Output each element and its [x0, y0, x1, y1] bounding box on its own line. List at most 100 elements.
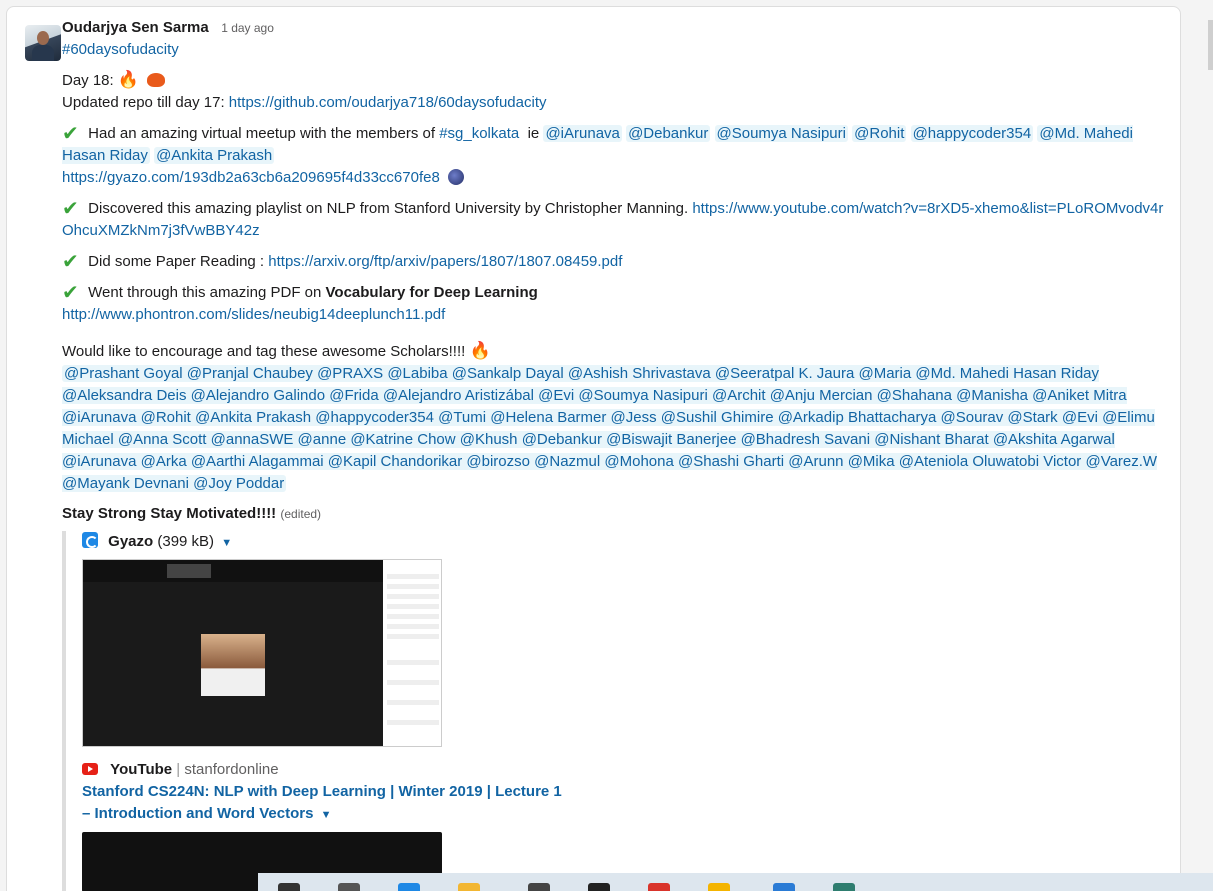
encourage-text: Would like to encourage and tag these aw…: [62, 343, 466, 360]
preview-row: [387, 624, 439, 629]
playlist-line: ✔ Discovered this amazing playlist on NL…: [62, 197, 1167, 242]
meetup-line: ✔ Had an amazing virtual meetup with the…: [62, 122, 1167, 167]
window-background: [1188, 0, 1213, 891]
task-view-icon[interactable]: [338, 883, 360, 891]
check-emoji-icon: ✔: [62, 280, 79, 304]
blob-emoji-icon: [147, 73, 166, 87]
app-icon[interactable]: [588, 883, 610, 891]
fire-emoji-icon: 🔥: [469, 341, 491, 361]
edited-label: (edited): [280, 507, 322, 521]
paper-line: ✔ Did some Paper Reading : https://arxiv…: [62, 250, 1167, 273]
gyazo-line: https://gyazo.com/193db2a63cb6a209695f4d…: [62, 167, 1167, 189]
channel-link[interactable]: #sg_kolkata: [439, 125, 519, 142]
caret-down-icon[interactable]: ▼: [321, 809, 332, 821]
youtube-title[interactable]: Stanford CS224N: NLP with Deep Learning …: [82, 781, 562, 826]
gyazo-link[interactable]: https://gyazo.com/193db2a63cb6a209695f4d…: [62, 169, 440, 186]
preview-row: [387, 574, 439, 579]
timestamp[interactable]: 1 day ago: [221, 21, 274, 35]
pdf-text: Went through this amazing PDF on: [88, 284, 322, 301]
preview-row: [387, 660, 439, 665]
mention[interactable]: @happycoder354: [910, 125, 1034, 142]
check-emoji-icon: ✔: [62, 249, 79, 273]
repo-link[interactable]: https://github.com/oudarjya718/60daysofu…: [229, 94, 547, 111]
app-icon[interactable]: [398, 883, 420, 891]
day-label: Day 18:: [62, 72, 114, 89]
closing-text: Stay Strong Stay Motivated!!!!: [62, 505, 277, 522]
preview-tile: [211, 564, 255, 578]
youtube-channel[interactable]: stanfordonline: [184, 761, 278, 778]
gyazo-size: (399 kB): [157, 533, 215, 550]
app-icon[interactable]: [833, 883, 855, 891]
check-emoji-icon: ✔: [62, 121, 79, 145]
app-icon[interactable]: [648, 883, 670, 891]
repo-line: Updated repo till day 17: https://github…: [62, 92, 1167, 114]
gyazo-preview-image[interactable]: [82, 559, 442, 747]
store-icon[interactable]: [528, 883, 550, 891]
paper-text: Did some Paper Reading :: [88, 253, 265, 270]
gyazo-attachment-header: Gyazo (399 kB) ▼: [82, 531, 1167, 553]
mention[interactable]: @iArunava: [543, 125, 622, 142]
preview-row: [387, 634, 439, 639]
meetup-ie: ie: [527, 125, 540, 142]
youtube-attachment-header: YouTube | stanfordonline: [82, 759, 1167, 781]
mention[interactable]: @Rohit: [852, 125, 907, 142]
fire-emoji-icon: 🔥: [117, 70, 140, 90]
preview-row: [387, 604, 439, 609]
preview-row: [387, 594, 439, 599]
preview-row: [387, 584, 439, 589]
avatar[interactable]: [25, 25, 61, 61]
preview-tile: [255, 564, 299, 578]
scrollbar-thumb[interactable]: [1208, 20, 1213, 70]
hashtag-link[interactable]: #60daysofudacity: [62, 41, 179, 58]
preview-tile: [123, 564, 167, 578]
check-emoji-icon: ✔: [62, 196, 79, 220]
preview-tile: [299, 564, 343, 578]
search-icon[interactable]: [278, 883, 300, 891]
pdf-link[interactable]: http://www.phontron.com/slides/neubig14d…: [62, 306, 445, 323]
mention[interactable]: @Soumya Nasipuri: [714, 125, 848, 142]
preview-side-panel: [383, 560, 441, 746]
attachments: Gyazo (399 kB) ▼ YouTube | stanfordonlin…: [62, 531, 1167, 891]
encourage-line: Would like to encourage and tag these aw…: [62, 340, 1167, 363]
chrome-icon[interactable]: [708, 883, 730, 891]
youtube-service[interactable]: YouTube: [110, 761, 172, 778]
preview-row: [387, 680, 439, 685]
playlist-text: Discovered this amazing playlist on NLP …: [88, 200, 689, 217]
sender-name[interactable]: Oudarjya Sen Sarma: [62, 19, 209, 36]
message-content: Oudarjya Sen Sarma 1 day ago #60daysofud…: [62, 17, 1167, 891]
closing-line: Stay Strong Stay Motivated!!!! (edited): [62, 503, 1167, 525]
mention[interactable]: @Debankur: [626, 125, 711, 142]
avatar-head: [37, 31, 49, 45]
preview-row: [387, 614, 439, 619]
gyazo-icon: [82, 532, 98, 548]
preview-participant-photo: [201, 634, 265, 696]
avatar-body: [32, 45, 54, 61]
mention[interactable]: @Ankita Prakash: [154, 147, 275, 164]
day-line: Day 18: 🔥: [62, 69, 1167, 92]
scholar-mentions: @Prashant Goyal @Pranjal Chaubey @PRAXS …: [62, 363, 1167, 495]
mention-list[interactable]: @Prashant Goyal @Pranjal Chaubey @PRAXS …: [62, 365, 1158, 492]
pdf-title: Vocabulary for Deep Learning: [325, 284, 538, 301]
folder-icon[interactable]: [458, 883, 480, 891]
vscode-icon[interactable]: [773, 883, 795, 891]
preview-row: [387, 720, 439, 725]
gyazo-name[interactable]: Gyazo: [108, 533, 153, 550]
preview-row: [387, 700, 439, 705]
pdf-line: ✔ Went through this amazing PDF on Vocab…: [62, 281, 1167, 304]
repo-prefix: Updated repo till day 17:: [62, 94, 225, 111]
meetup-text: Had an amazing virtual meetup with the m…: [88, 125, 436, 142]
preview-top-bar: [83, 560, 383, 582]
youtube-icon: [82, 763, 98, 775]
sticker-emoji-icon: [447, 169, 464, 185]
preview-tile: [167, 564, 211, 578]
message-header: Oudarjya Sen Sarma 1 day ago: [62, 17, 1167, 39]
caret-down-icon[interactable]: ▼: [221, 537, 232, 549]
separator: |: [176, 761, 181, 778]
paper-link[interactable]: https://arxiv.org/ftp/arxiv/papers/1807/…: [268, 253, 622, 270]
